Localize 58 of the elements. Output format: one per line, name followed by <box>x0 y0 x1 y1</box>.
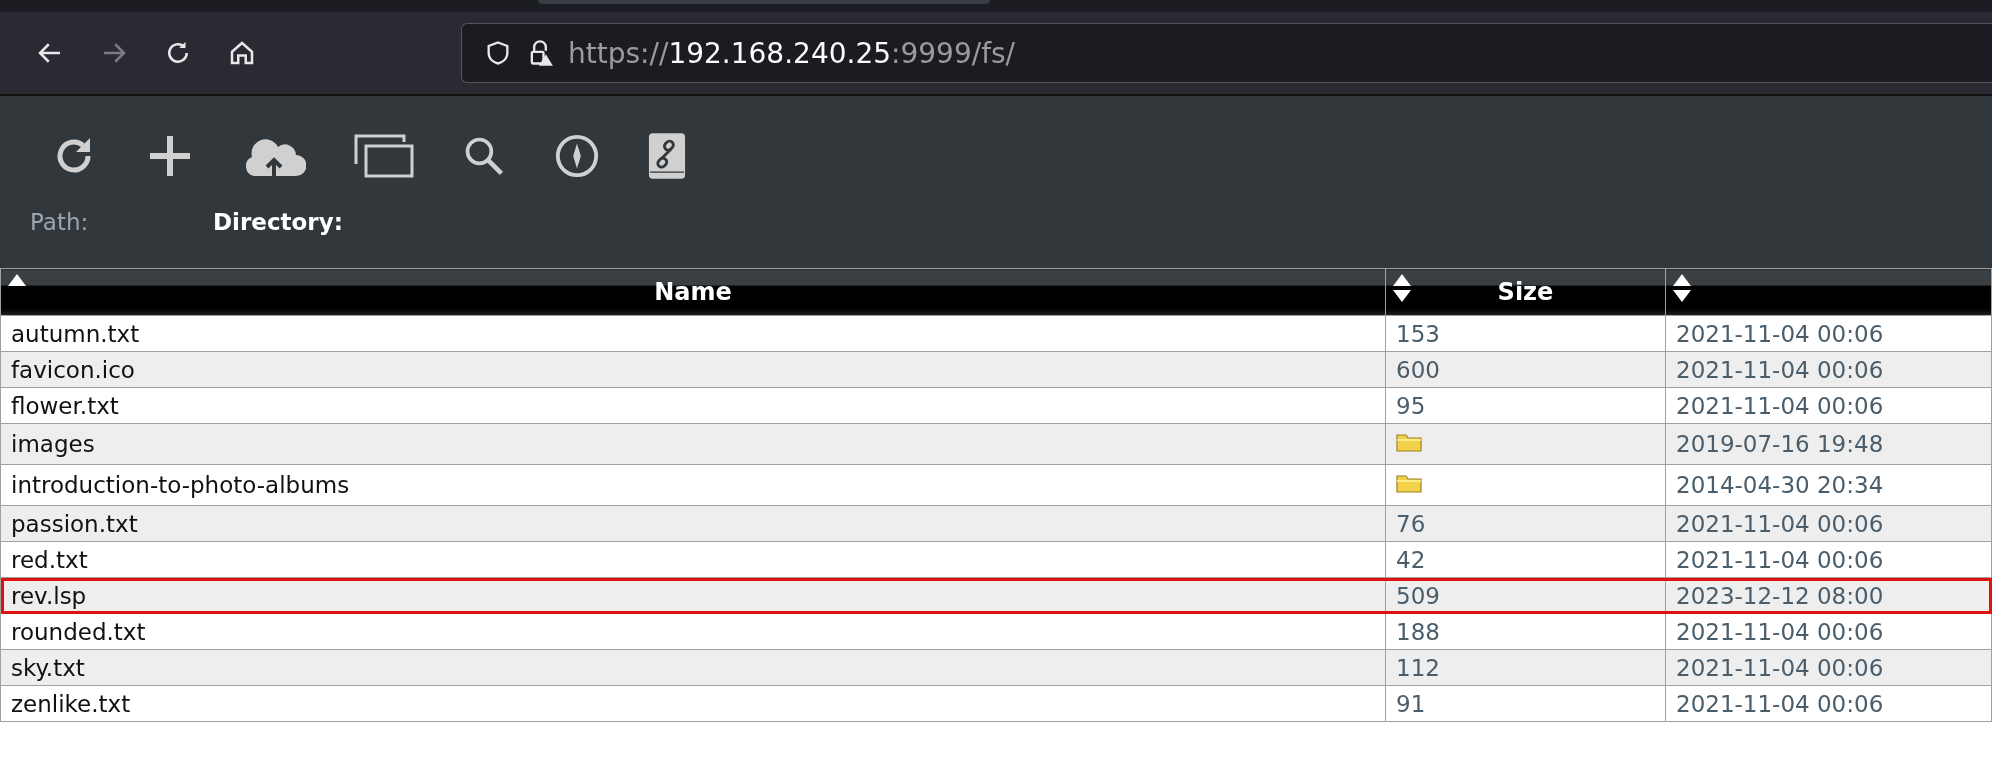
column-header[interactable]: Size <box>1385 268 1666 316</box>
column-header[interactable] <box>1665 268 1992 316</box>
file-name-cell[interactable]: favicon.ico <box>0 351 1386 388</box>
file-row[interactable]: introduction-to-photo-albums 2014-04-30 20:34 <box>0 464 1992 506</box>
date-cell: 2021-11-04 00:06 <box>1665 315 1992 352</box>
compass-icon[interactable] <box>554 133 600 179</box>
file-name-cell[interactable]: introduction-to-photo-albums <box>0 464 1386 506</box>
size-cell: 112 <box>1396 654 1440 681</box>
file-row[interactable]: flower.txt 95 2021-11-04 00:06 <box>0 387 1992 424</box>
date-cell: 2021-11-04 00:06 <box>1665 387 1992 424</box>
file-row[interactable]: rounded.txt 188 2021-11-04 00:06 <box>0 613 1992 650</box>
size-cell: 42 <box>1396 546 1426 573</box>
sort-icon[interactable] <box>1672 273 1692 303</box>
size-cell: 91 <box>1396 690 1426 717</box>
windows-icon[interactable] <box>354 134 414 178</box>
file-row[interactable]: zenlike.txt 91 2021-11-04 00:06 <box>0 685 1992 722</box>
file-row[interactable]: sky.txt 112 2021-11-04 00:06 <box>0 649 1992 686</box>
size-cell: 509 <box>1396 582 1440 609</box>
size-cell: 188 <box>1396 618 1440 645</box>
sort-ascending-icon[interactable] <box>7 273 27 287</box>
file-row[interactable]: red.txt 42 2021-11-04 00:06 <box>0 541 1992 578</box>
file-name-cell[interactable]: autumn.txt <box>0 315 1386 352</box>
size-cell: 95 <box>1396 392 1426 419</box>
date-cell: 2021-11-04 00:06 <box>1665 541 1992 578</box>
column-header[interactable]: Name <box>0 268 1386 316</box>
date-cell: 2021-11-04 00:06 <box>1665 613 1992 650</box>
url-text: https://192.168.240.25:9999/fs/ <box>568 36 1016 70</box>
date-cell: 2019-07-16 19:48 <box>1665 423 1992 465</box>
folder-icon <box>1396 432 1422 452</box>
folder-icon <box>1396 473 1422 493</box>
file-name-cell[interactable]: zenlike.txt <box>0 685 1386 722</box>
column-label: Name <box>654 278 732 306</box>
link-drive-icon[interactable] <box>648 132 686 180</box>
column-label: Size <box>1497 278 1554 306</box>
file-row[interactable]: images 2019-07-16 19:48 <box>0 423 1992 465</box>
date-cell: 2021-11-04 00:06 <box>1665 351 1992 388</box>
date-cell: 2021-11-04 00:06 <box>1665 505 1992 542</box>
file-row[interactable]: favicon.ico 600 2021-11-04 00:06 <box>0 351 1992 388</box>
date-cell: 2014-04-30 20:34 <box>1665 464 1992 506</box>
directory-label: Directory: <box>213 209 343 235</box>
sort-icon[interactable] <box>1392 273 1412 303</box>
date-cell: 2021-11-04 00:06 <box>1665 649 1992 686</box>
address-bar[interactable]: https://192.168.240.25:9999/fs/ <box>461 23 1992 83</box>
size-cell: 600 <box>1396 356 1440 383</box>
size-cell: 76 <box>1396 510 1426 537</box>
highlighted-row[interactable]: rev.lsp 509 2023-12-12 08:00 <box>0 577 1992 614</box>
file-name-cell[interactable]: passion.txt <box>0 505 1386 542</box>
date-cell: 2021-11-04 00:06 <box>1665 685 1992 722</box>
path-label: Path: <box>30 209 90 235</box>
file-name-cell[interactable]: rev.lsp <box>0 577 1386 614</box>
file-row[interactable]: passion.txt 76 2021-11-04 00:06 <box>0 505 1992 542</box>
file-name-cell[interactable]: images <box>0 423 1386 465</box>
file-name-cell[interactable]: flower.txt <box>0 387 1386 424</box>
file-name-cell[interactable]: red.txt <box>0 541 1386 578</box>
file-name-cell[interactable]: rounded.txt <box>0 613 1386 650</box>
file-name-cell[interactable]: sky.txt <box>0 649 1386 686</box>
file-row[interactable]: autumn.txt 153 2021-11-04 00:06 <box>0 315 1992 352</box>
size-cell: 153 <box>1396 320 1440 347</box>
